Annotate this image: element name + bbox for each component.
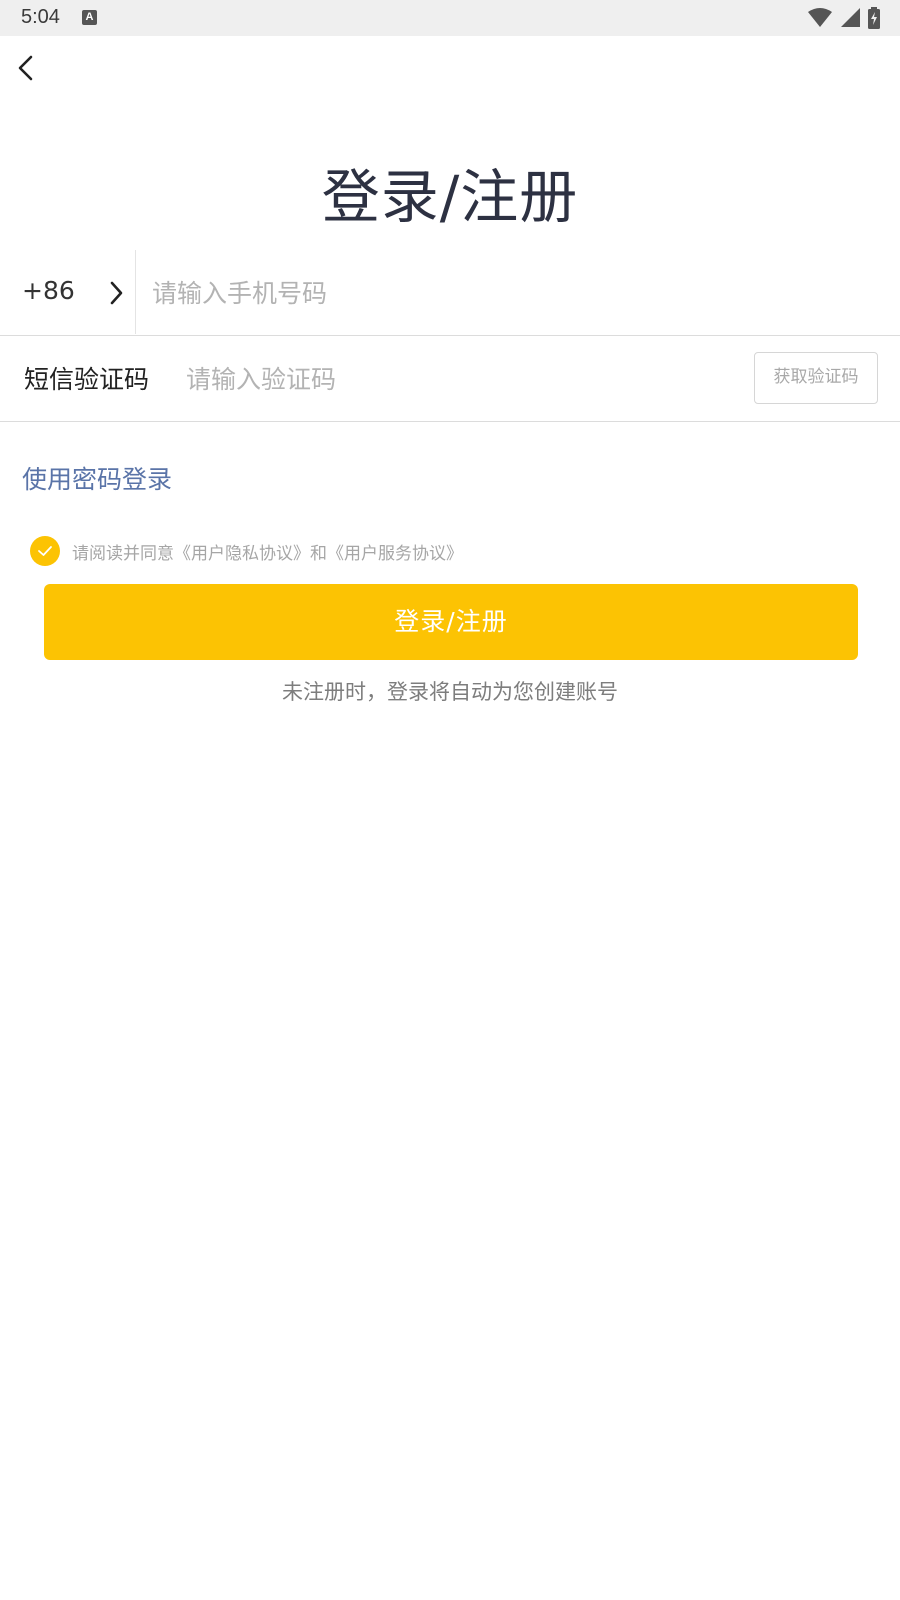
status-time: 5:04 <box>21 6 60 28</box>
phone-row: +86 <box>0 250 900 336</box>
service-agreement-link[interactable]: 《用户服务协议》 <box>327 544 463 564</box>
cellular-signal-icon <box>841 8 860 27</box>
password-login-link[interactable]: 使用密码登录 <box>22 460 172 496</box>
agreement-conjunction: 和 <box>310 543 327 564</box>
notification-a-icon: A <box>82 10 97 25</box>
phone-input[interactable] <box>152 268 872 318</box>
status-icons <box>808 7 880 29</box>
wifi-icon <box>808 8 832 27</box>
sms-code-row: 短信验证码 获取验证码 <box>0 336 900 422</box>
login-register-button[interactable]: 登录/注册 <box>44 584 858 660</box>
agreement-prefix: 请阅读并同意 <box>72 543 174 564</box>
country-code-label: +86 <box>22 276 75 305</box>
agreement-row: 请阅读并同意《用户隐私协议》和《用户服务协议》 <box>30 536 463 566</box>
country-code-selector[interactable]: +86 <box>0 250 136 334</box>
page-title: 登录/注册 <box>321 163 579 231</box>
agreement-checkbox[interactable] <box>30 536 60 566</box>
status-bar: 5:04 A <box>0 0 900 36</box>
chevron-left-icon <box>18 55 33 81</box>
privacy-policy-link[interactable]: 《用户隐私协议》 <box>174 544 310 564</box>
battery-charging-icon <box>868 7 880 29</box>
back-button[interactable] <box>10 52 42 84</box>
agreement-text: 请阅读并同意《用户隐私协议》和《用户服务协议》 <box>72 539 463 564</box>
chevron-right-icon <box>110 281 123 305</box>
checkmark-icon <box>38 546 52 556</box>
get-code-button[interactable]: 获取验证码 <box>754 352 878 404</box>
auto-register-note: 未注册时，登录将自动为您创建账号 <box>282 680 618 704</box>
sms-code-input[interactable] <box>186 354 726 404</box>
sms-code-label: 短信验证码 <box>24 365 150 394</box>
